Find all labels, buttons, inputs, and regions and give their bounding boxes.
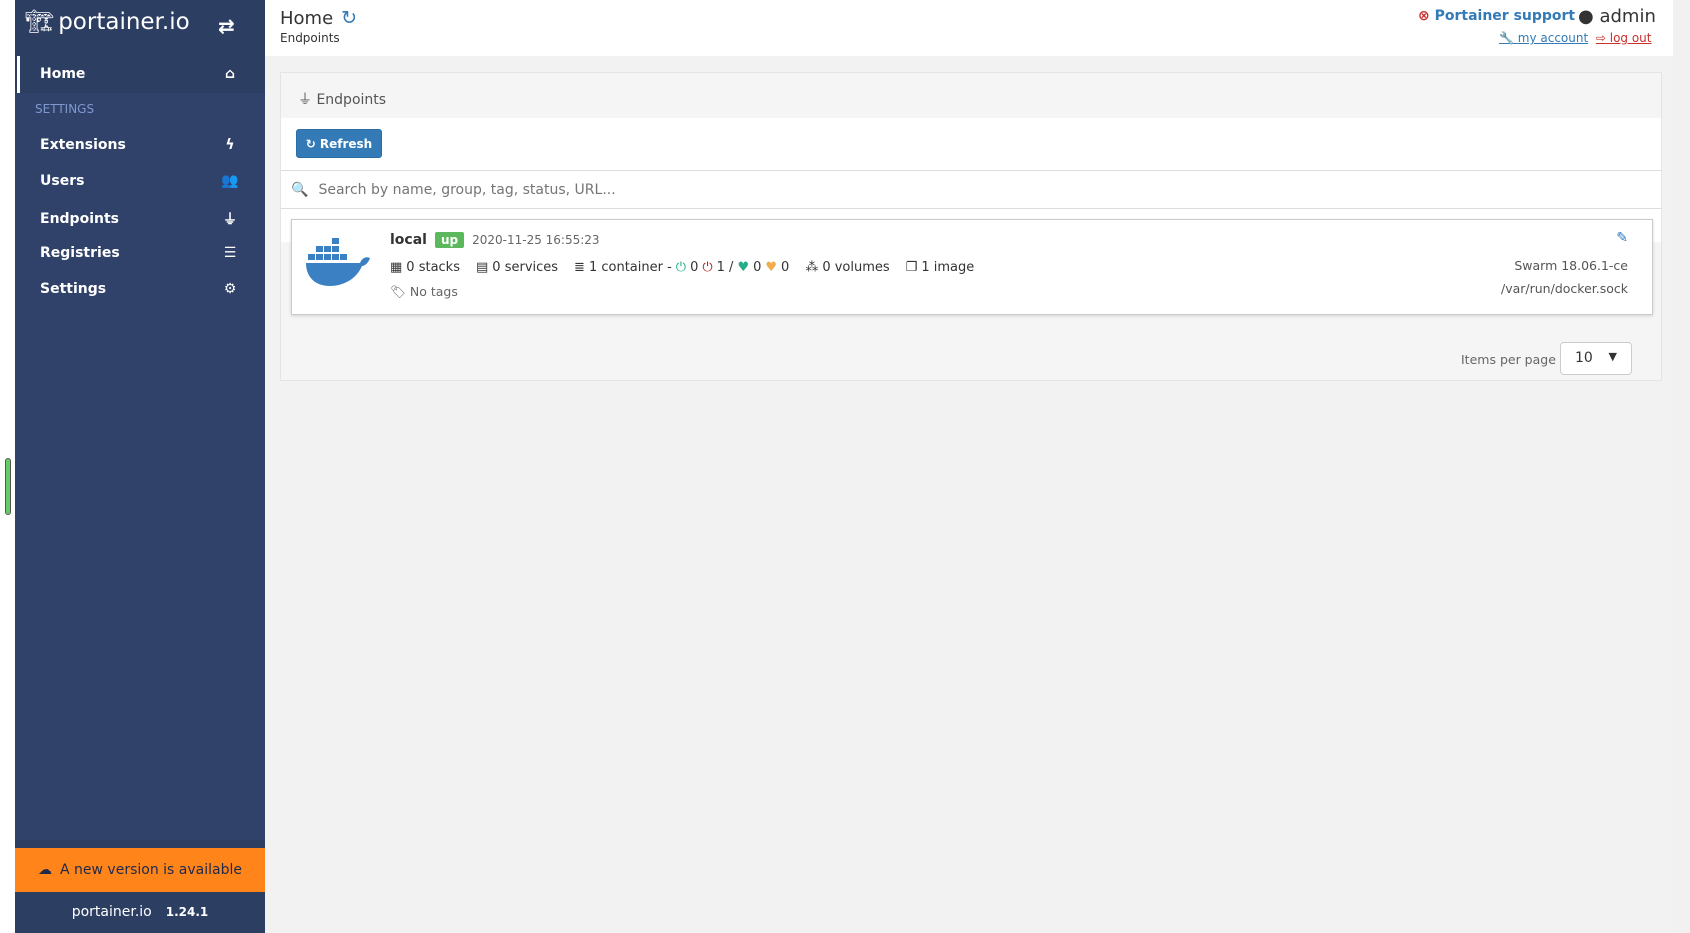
- user-circle-icon: ●: [1578, 6, 1594, 27]
- footer-logo: portainer.io: [71, 904, 152, 920]
- cloud-download-icon: ☁: [38, 862, 53, 878]
- sidebar-item-users[interactable]: Users 👥: [40, 173, 240, 189]
- panel-header: ⏚ Endpoints: [298, 92, 387, 108]
- cogs-icon: ⚙: [223, 281, 237, 297]
- plug-icon: ⏚: [298, 92, 312, 108]
- heartbeat-unhealthy-icon: ♥: [765, 260, 778, 275]
- breadcrumb: Endpoints: [280, 31, 340, 45]
- sidebar-item-settings[interactable]: Settings ⚙: [40, 281, 240, 297]
- crane-icon: 🏗: [25, 9, 55, 35]
- page-scrollbar[interactable]: [1673, 0, 1690, 933]
- refresh-icon[interactable]: ↻: [341, 7, 357, 29]
- timestamp: 2020-11-25 16:55:23: [472, 233, 600, 247]
- tags-icon: 🏷: [390, 284, 406, 299]
- endpoint-name: local: [390, 232, 427, 248]
- user-links: 🔧 my account ⇨ log out: [1499, 31, 1652, 45]
- switch-endpoint-icon[interactable]: ⇄: [218, 14, 235, 38]
- sidebar-item-registries[interactable]: Registries ☰: [40, 245, 240, 261]
- endpoint-item[interactable]: local up 2020-11-25 16:55:23 ▦ 0 stacks ▤ 0 …: [291, 219, 1653, 315]
- search-icon: 🔍: [291, 181, 309, 198]
- settings-section-label: SETTINGS: [35, 102, 95, 116]
- sidebar-footer: portainer.io 1.24.1: [15, 904, 265, 920]
- wrench-icon: 🔧: [1499, 31, 1514, 45]
- power-on-icon: ⏻: [675, 260, 687, 275]
- plug-icon: ⏚: [223, 212, 237, 228]
- sidebar-item-extensions[interactable]: Extensions ϟ: [40, 137, 240, 153]
- list-alt-icon: ▤: [476, 260, 489, 275]
- home-icon: ⌂: [224, 66, 236, 82]
- search-bar: 🔍: [281, 170, 1661, 209]
- bolt-icon: ϟ: [225, 137, 235, 153]
- server-icon: ≣: [574, 260, 585, 275]
- support-link[interactable]: ⊗ Portainer support: [1418, 8, 1575, 24]
- heartbeat-icon: ♥: [737, 260, 750, 275]
- items-per-page-select[interactable]: 10 ▼: [1560, 342, 1632, 375]
- refresh-icon: ↻: [305, 136, 316, 151]
- engine-version: Swarm 18.06.1-ce: [1514, 258, 1628, 273]
- log-out-link[interactable]: ⇨ log out: [1596, 31, 1652, 45]
- sidebar-item-endpoints[interactable]: Endpoints ⏚: [40, 209, 240, 229]
- endpoint-stats: ▦ 0 stacks ▤ 0 services ≣ 1 container - ⏻ 0 ⏻ 1…: [390, 260, 975, 275]
- my-account-link[interactable]: 🔧 my account: [1499, 31, 1588, 45]
- life-ring-icon: ⊗: [1418, 8, 1430, 24]
- search-input[interactable]: [318, 181, 1519, 198]
- database-icon: ☰: [223, 245, 237, 261]
- sign-out-icon: ⇨: [1595, 31, 1606, 45]
- items-per-page-label: Items per page: [1461, 352, 1556, 367]
- clone-icon: ❐: [905, 260, 918, 275]
- cubes-icon: ⁂: [805, 260, 819, 275]
- chevron-down-icon: ▼: [1608, 350, 1617, 363]
- sidebar-item-home-label[interactable]: Home ⌂: [40, 66, 240, 82]
- docker-logo: [306, 238, 370, 286]
- update-banner[interactable]: ☁ A new version is available: [15, 848, 265, 892]
- sidebar-menu-bg: [15, 93, 265, 840]
- user-name: ● admin: [1578, 6, 1656, 27]
- page-title: Home ↻: [280, 7, 358, 29]
- endpoint-url: /var/run/docker.sock: [1501, 281, 1628, 296]
- side-scroll-handle[interactable]: [5, 458, 11, 515]
- version: 1.24.1: [165, 905, 209, 919]
- status-badge: up: [434, 232, 465, 248]
- edit-pencil-icon[interactable]: ✎: [1616, 230, 1628, 246]
- refresh-button[interactable]: ↻ Refresh: [296, 129, 382, 158]
- portainer-logo[interactable]: 🏗 portainer.io: [25, 8, 190, 36]
- users-icon: 👥: [221, 173, 239, 189]
- endpoint-tags: 🏷 No tags: [390, 284, 458, 299]
- th-list-icon: ▦: [390, 260, 403, 275]
- power-off-icon: ⏻: [702, 260, 713, 275]
- endpoints-panel: ⏚ Endpoints ↻Refresh 🔍 localup 2020-11-25…: [280, 72, 1662, 381]
- endpoint-name-row: local up 2020-11-25 16:55:23: [390, 232, 600, 248]
